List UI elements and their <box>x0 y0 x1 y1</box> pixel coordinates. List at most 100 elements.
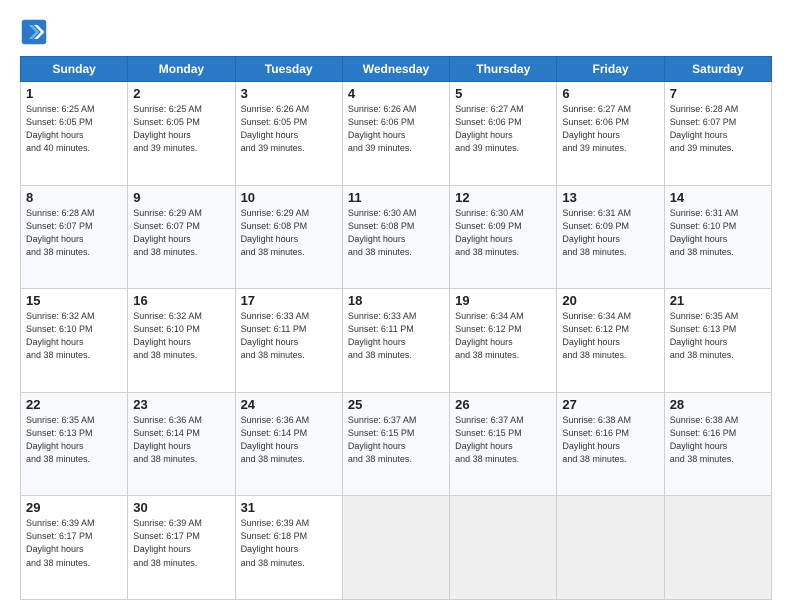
day-number: 9 <box>133 190 229 205</box>
day-cell-20: 20 Sunrise: 6:34 AMSunset: 6:12 PMDaylig… <box>557 289 664 393</box>
day-number: 22 <box>26 397 122 412</box>
day-info: Sunrise: 6:38 AMSunset: 6:16 PMDaylight … <box>670 414 766 466</box>
logo <box>20 18 52 46</box>
day-number: 13 <box>562 190 658 205</box>
day-info: Sunrise: 6:27 AMSunset: 6:06 PMDaylight … <box>562 103 658 155</box>
day-cell-5: 5 Sunrise: 6:27 AMSunset: 6:06 PMDayligh… <box>450 82 557 186</box>
page: SundayMondayTuesdayWednesdayThursdayFrid… <box>0 0 792 612</box>
day-cell-24: 24 Sunrise: 6:36 AMSunset: 6:14 PMDaylig… <box>235 392 342 496</box>
day-number: 23 <box>133 397 229 412</box>
day-cell-26: 26 Sunrise: 6:37 AMSunset: 6:15 PMDaylig… <box>450 392 557 496</box>
day-info: Sunrise: 6:25 AMSunset: 6:05 PMDaylight … <box>133 103 229 155</box>
day-cell-19: 19 Sunrise: 6:34 AMSunset: 6:12 PMDaylig… <box>450 289 557 393</box>
day-info: Sunrise: 6:32 AMSunset: 6:10 PMDaylight … <box>133 310 229 362</box>
day-cell-6: 6 Sunrise: 6:27 AMSunset: 6:06 PMDayligh… <box>557 82 664 186</box>
day-info: Sunrise: 6:35 AMSunset: 6:13 PMDaylight … <box>670 310 766 362</box>
weekday-header-row: SundayMondayTuesdayWednesdayThursdayFrid… <box>21 57 772 82</box>
day-number: 17 <box>241 293 337 308</box>
day-info: Sunrise: 6:28 AMSunset: 6:07 PMDaylight … <box>26 207 122 259</box>
calendar-week-2: 8 Sunrise: 6:28 AMSunset: 6:07 PMDayligh… <box>21 185 772 289</box>
day-info: Sunrise: 6:36 AMSunset: 6:14 PMDaylight … <box>133 414 229 466</box>
day-cell-31: 31 Sunrise: 6:39 AMSunset: 6:18 PMDaylig… <box>235 496 342 600</box>
day-cell-30: 30 Sunrise: 6:39 AMSunset: 6:17 PMDaylig… <box>128 496 235 600</box>
day-number: 4 <box>348 86 444 101</box>
day-cell-28: 28 Sunrise: 6:38 AMSunset: 6:16 PMDaylig… <box>664 392 771 496</box>
day-info: Sunrise: 6:38 AMSunset: 6:16 PMDaylight … <box>562 414 658 466</box>
day-number: 24 <box>241 397 337 412</box>
weekday-header-sunday: Sunday <box>21 57 128 82</box>
calendar-week-1: 1 Sunrise: 6:25 AMSunset: 6:05 PMDayligh… <box>21 82 772 186</box>
day-info: Sunrise: 6:29 AMSunset: 6:08 PMDaylight … <box>241 207 337 259</box>
day-info: Sunrise: 6:25 AMSunset: 6:05 PMDaylight … <box>26 103 122 155</box>
weekday-header-thursday: Thursday <box>450 57 557 82</box>
day-info: Sunrise: 6:35 AMSunset: 6:13 PMDaylight … <box>26 414 122 466</box>
day-cell-21: 21 Sunrise: 6:35 AMSunset: 6:13 PMDaylig… <box>664 289 771 393</box>
day-cell-16: 16 Sunrise: 6:32 AMSunset: 6:10 PMDaylig… <box>128 289 235 393</box>
day-info: Sunrise: 6:27 AMSunset: 6:06 PMDaylight … <box>455 103 551 155</box>
empty-cell <box>557 496 664 600</box>
day-cell-2: 2 Sunrise: 6:25 AMSunset: 6:05 PMDayligh… <box>128 82 235 186</box>
day-cell-8: 8 Sunrise: 6:28 AMSunset: 6:07 PMDayligh… <box>21 185 128 289</box>
day-cell-11: 11 Sunrise: 6:30 AMSunset: 6:08 PMDaylig… <box>342 185 449 289</box>
day-cell-7: 7 Sunrise: 6:28 AMSunset: 6:07 PMDayligh… <box>664 82 771 186</box>
day-cell-10: 10 Sunrise: 6:29 AMSunset: 6:08 PMDaylig… <box>235 185 342 289</box>
calendar-table: SundayMondayTuesdayWednesdayThursdayFrid… <box>20 56 772 600</box>
day-number: 14 <box>670 190 766 205</box>
day-number: 6 <box>562 86 658 101</box>
day-info: Sunrise: 6:30 AMSunset: 6:08 PMDaylight … <box>348 207 444 259</box>
day-info: Sunrise: 6:34 AMSunset: 6:12 PMDaylight … <box>455 310 551 362</box>
empty-cell <box>450 496 557 600</box>
weekday-header-friday: Friday <box>557 57 664 82</box>
day-cell-14: 14 Sunrise: 6:31 AMSunset: 6:10 PMDaylig… <box>664 185 771 289</box>
logo-icon <box>20 18 48 46</box>
day-number: 31 <box>241 500 337 515</box>
empty-cell <box>342 496 449 600</box>
day-info: Sunrise: 6:33 AMSunset: 6:11 PMDaylight … <box>348 310 444 362</box>
calendar-week-5: 29 Sunrise: 6:39 AMSunset: 6:17 PMDaylig… <box>21 496 772 600</box>
day-number: 1 <box>26 86 122 101</box>
day-cell-12: 12 Sunrise: 6:30 AMSunset: 6:09 PMDaylig… <box>450 185 557 289</box>
day-info: Sunrise: 6:31 AMSunset: 6:10 PMDaylight … <box>670 207 766 259</box>
weekday-header-tuesday: Tuesday <box>235 57 342 82</box>
day-info: Sunrise: 6:39 AMSunset: 6:17 PMDaylight … <box>26 517 122 569</box>
day-number: 28 <box>670 397 766 412</box>
day-cell-29: 29 Sunrise: 6:39 AMSunset: 6:17 PMDaylig… <box>21 496 128 600</box>
day-info: Sunrise: 6:37 AMSunset: 6:15 PMDaylight … <box>348 414 444 466</box>
day-number: 16 <box>133 293 229 308</box>
day-info: Sunrise: 6:26 AMSunset: 6:05 PMDaylight … <box>241 103 337 155</box>
day-number: 12 <box>455 190 551 205</box>
day-info: Sunrise: 6:30 AMSunset: 6:09 PMDaylight … <box>455 207 551 259</box>
day-number: 18 <box>348 293 444 308</box>
day-number: 19 <box>455 293 551 308</box>
day-number: 5 <box>455 86 551 101</box>
weekday-header-wednesday: Wednesday <box>342 57 449 82</box>
day-cell-15: 15 Sunrise: 6:32 AMSunset: 6:10 PMDaylig… <box>21 289 128 393</box>
day-info: Sunrise: 6:32 AMSunset: 6:10 PMDaylight … <box>26 310 122 362</box>
day-number: 11 <box>348 190 444 205</box>
day-info: Sunrise: 6:39 AMSunset: 6:17 PMDaylight … <box>133 517 229 569</box>
day-cell-3: 3 Sunrise: 6:26 AMSunset: 6:05 PMDayligh… <box>235 82 342 186</box>
empty-cell <box>664 496 771 600</box>
day-info: Sunrise: 6:36 AMSunset: 6:14 PMDaylight … <box>241 414 337 466</box>
day-cell-1: 1 Sunrise: 6:25 AMSunset: 6:05 PMDayligh… <box>21 82 128 186</box>
day-info: Sunrise: 6:37 AMSunset: 6:15 PMDaylight … <box>455 414 551 466</box>
day-cell-25: 25 Sunrise: 6:37 AMSunset: 6:15 PMDaylig… <box>342 392 449 496</box>
day-number: 21 <box>670 293 766 308</box>
day-number: 15 <box>26 293 122 308</box>
day-info: Sunrise: 6:29 AMSunset: 6:07 PMDaylight … <box>133 207 229 259</box>
day-number: 2 <box>133 86 229 101</box>
day-cell-9: 9 Sunrise: 6:29 AMSunset: 6:07 PMDayligh… <box>128 185 235 289</box>
day-number: 7 <box>670 86 766 101</box>
header <box>20 18 772 46</box>
weekday-header-saturday: Saturday <box>664 57 771 82</box>
day-number: 10 <box>241 190 337 205</box>
day-number: 27 <box>562 397 658 412</box>
day-number: 8 <box>26 190 122 205</box>
day-info: Sunrise: 6:33 AMSunset: 6:11 PMDaylight … <box>241 310 337 362</box>
day-info: Sunrise: 6:39 AMSunset: 6:18 PMDaylight … <box>241 517 337 569</box>
calendar-week-3: 15 Sunrise: 6:32 AMSunset: 6:10 PMDaylig… <box>21 289 772 393</box>
day-cell-18: 18 Sunrise: 6:33 AMSunset: 6:11 PMDaylig… <box>342 289 449 393</box>
weekday-header-monday: Monday <box>128 57 235 82</box>
day-number: 26 <box>455 397 551 412</box>
day-info: Sunrise: 6:31 AMSunset: 6:09 PMDaylight … <box>562 207 658 259</box>
